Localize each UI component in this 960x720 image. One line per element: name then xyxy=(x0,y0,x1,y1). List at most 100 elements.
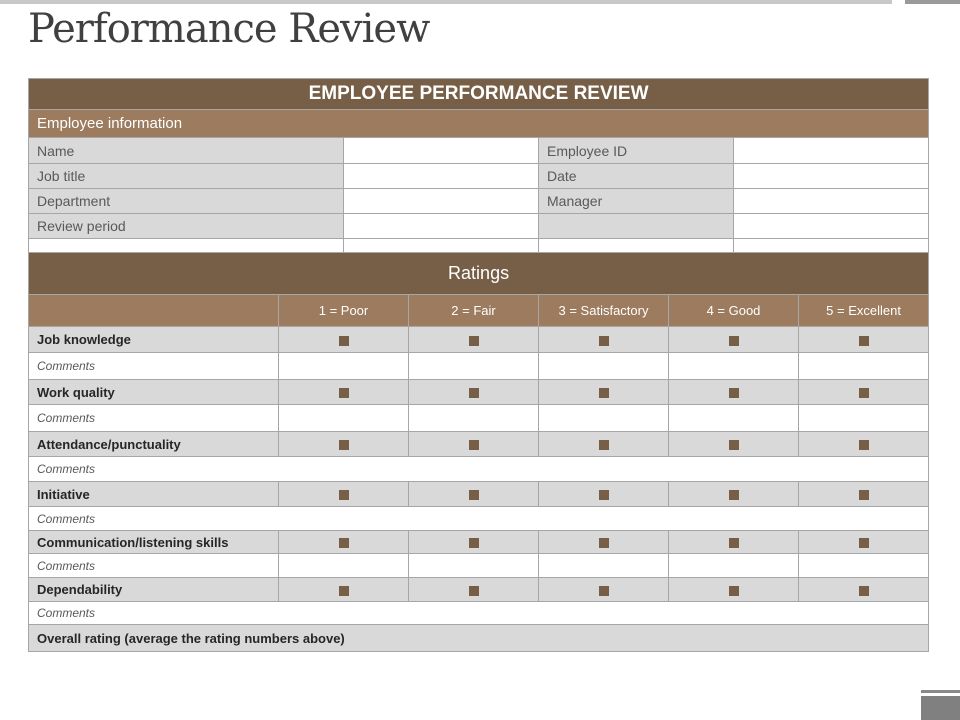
checkbox-square-icon xyxy=(728,335,739,346)
rating-checkbox[interactable] xyxy=(278,577,409,602)
info-value-field[interactable] xyxy=(732,163,930,189)
scale-header: 2 = Fair xyxy=(408,294,539,327)
criterion-label: Communication/listening skills xyxy=(28,530,279,554)
rating-checkbox[interactable] xyxy=(668,379,799,405)
section-employee-info: Employee information xyxy=(27,109,930,138)
comment-cell[interactable] xyxy=(408,404,539,432)
info-value-field[interactable] xyxy=(343,213,539,239)
checkbox-square-icon xyxy=(728,490,739,501)
checkbox-square-icon xyxy=(468,440,479,451)
rating-checkbox[interactable] xyxy=(408,577,539,602)
checkbox-square-icon xyxy=(468,538,479,549)
info-value-field[interactable] xyxy=(343,188,539,214)
rating-checkbox[interactable] xyxy=(278,530,409,554)
checkbox-square-icon xyxy=(598,440,609,451)
rating-checkbox[interactable] xyxy=(668,530,799,554)
info-label: Name xyxy=(28,137,344,164)
info-value-field[interactable] xyxy=(732,188,930,214)
rating-checkbox[interactable] xyxy=(797,326,930,353)
comments-field[interactable]: Comments xyxy=(27,456,930,482)
rating-checkbox[interactable] xyxy=(538,577,669,602)
rating-checkbox[interactable] xyxy=(797,530,930,554)
rating-checkbox[interactable] xyxy=(408,481,539,507)
blank-cell xyxy=(28,238,344,253)
rating-checkbox[interactable] xyxy=(278,326,409,353)
comments-field[interactable]: Comments xyxy=(27,506,930,531)
checkbox-square-icon xyxy=(338,585,349,596)
comments-label: Comments xyxy=(28,352,279,380)
comment-cell[interactable] xyxy=(797,352,930,380)
criterion-label: Dependability xyxy=(28,577,279,602)
rating-checkbox[interactable] xyxy=(538,530,669,554)
checkbox-square-icon xyxy=(598,490,609,501)
info-value-field[interactable] xyxy=(732,213,930,239)
comment-cell[interactable] xyxy=(408,553,539,578)
rating-checkbox[interactable] xyxy=(538,379,669,405)
checkbox-square-icon xyxy=(728,538,739,549)
rating-checkbox[interactable] xyxy=(668,431,799,457)
rating-checkbox[interactable] xyxy=(408,379,539,405)
scale-header: 5 = Excellent xyxy=(797,294,930,327)
checkbox-square-icon xyxy=(858,440,869,451)
rating-checkbox[interactable] xyxy=(668,326,799,353)
checkbox-square-icon xyxy=(338,335,349,346)
checkbox-square-icon xyxy=(468,388,479,399)
info-value-field[interactable] xyxy=(343,163,539,189)
comment-cell[interactable] xyxy=(668,553,799,578)
rating-checkbox[interactable] xyxy=(668,577,799,602)
top-decor-block xyxy=(905,0,960,4)
rating-checkbox[interactable] xyxy=(797,481,930,507)
rating-checkbox[interactable] xyxy=(538,431,669,457)
rating-checkbox[interactable] xyxy=(797,431,930,457)
comment-cell[interactable] xyxy=(538,352,669,380)
checkbox-square-icon xyxy=(468,490,479,501)
bottom-decor-block xyxy=(921,696,960,720)
blank-cell xyxy=(732,238,930,253)
rating-checkbox[interactable] xyxy=(408,326,539,353)
comment-cell[interactable] xyxy=(668,352,799,380)
checkbox-square-icon xyxy=(728,440,739,451)
comment-cell[interactable] xyxy=(797,553,930,578)
scale-header: 4 = Good xyxy=(668,294,799,327)
comment-cell[interactable] xyxy=(797,404,930,432)
info-label xyxy=(538,213,734,239)
rating-checkbox[interactable] xyxy=(538,481,669,507)
comment-cell[interactable] xyxy=(408,352,539,380)
rating-checkbox[interactable] xyxy=(278,431,409,457)
criterion-label: Work quality xyxy=(28,379,279,405)
rating-checkbox[interactable] xyxy=(408,530,539,554)
comment-cell[interactable] xyxy=(538,404,669,432)
criterion-label: Job knowledge xyxy=(28,326,279,353)
info-value-field[interactable] xyxy=(732,137,930,164)
scale-header: 3 = Satisfactory xyxy=(538,294,669,327)
comment-cell[interactable] xyxy=(278,553,409,578)
checkbox-square-icon xyxy=(468,585,479,596)
info-label: Manager xyxy=(538,188,734,214)
checkbox-square-icon xyxy=(338,490,349,501)
checkbox-square-icon xyxy=(858,335,869,346)
rating-checkbox[interactable] xyxy=(278,481,409,507)
header-blank xyxy=(28,294,279,327)
checkbox-square-icon xyxy=(728,585,739,596)
top-decor-bar xyxy=(0,0,892,4)
checkbox-square-icon xyxy=(728,388,739,399)
page-title: Performance Review xyxy=(28,6,430,52)
rating-checkbox[interactable] xyxy=(538,326,669,353)
info-label: Employee ID xyxy=(538,137,734,164)
rating-checkbox[interactable] xyxy=(797,577,930,602)
review-form-table: EMPLOYEE PERFORMANCE REVIEW Employee inf… xyxy=(27,78,930,652)
checkbox-square-icon xyxy=(858,388,869,399)
info-label: Date xyxy=(538,163,734,189)
info-value-field[interactable] xyxy=(343,137,539,164)
rating-checkbox[interactable] xyxy=(668,481,799,507)
comments-field[interactable]: Comments xyxy=(27,601,930,625)
comment-cell[interactable] xyxy=(538,553,669,578)
info-label: Review period xyxy=(28,213,344,239)
comment-cell[interactable] xyxy=(668,404,799,432)
rating-checkbox[interactable] xyxy=(408,431,539,457)
comment-cell[interactable] xyxy=(278,404,409,432)
rating-checkbox[interactable] xyxy=(278,379,409,405)
rating-checkbox[interactable] xyxy=(797,379,930,405)
comment-cell[interactable] xyxy=(278,352,409,380)
criterion-label: Attendance/punctuality xyxy=(28,431,279,457)
